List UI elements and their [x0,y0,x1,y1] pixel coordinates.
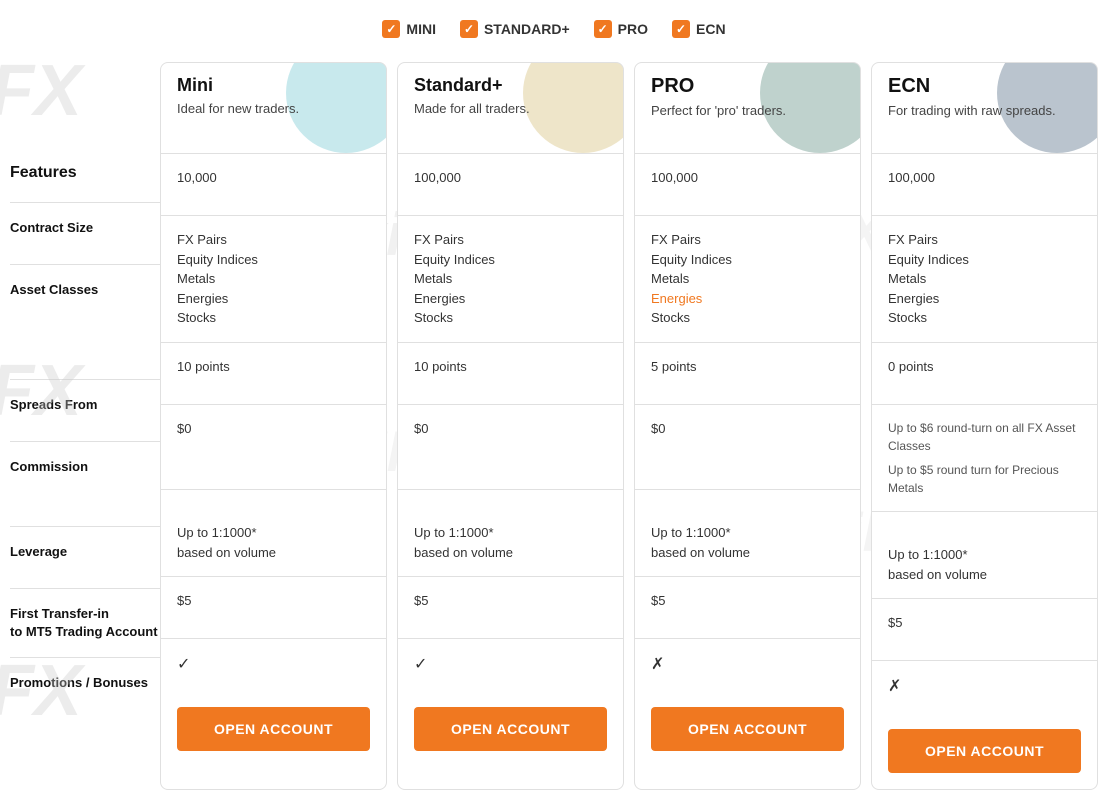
account-mini-spreads: 10 points [161,342,386,404]
open-account-standard-button[interactable]: OPEN ACCOUNT [414,707,607,751]
open-account-pro-button[interactable]: OPEN ACCOUNT [651,707,844,751]
account-standard-name: Standard+ [414,75,607,96]
account-ecn-tagline: For trading with raw spreads. [888,102,1081,120]
account-pro-leverage: Up to 1:1000* based on volume [635,489,860,577]
account-standard-commission: $0 [398,404,623,489]
account-ecn-name: ECN [888,75,1081,98]
account-pro-spreads: 5 points [635,342,860,404]
account-ecn-transfer: $5 [872,598,1097,660]
page-wrapper: FX FX FX WikiFX WikiFX WikiFX WikiFX W ✓… [0,0,1108,810]
account-pro-tagline: Perfect for 'pro' traders. [651,102,844,120]
checkbox-ecn[interactable]: ✓ [672,20,690,38]
account-ecn-assets: FX Pairs Equity Indices Metals Energies … [872,215,1097,342]
account-ecn-promotions: ✗ [872,660,1097,713]
account-standard-transfer: $5 [398,576,623,638]
account-standard-tagline: Made for all traders. [414,100,607,118]
account-pro-commission: $0 [635,404,860,489]
filter-pro[interactable]: ✓ PRO [594,20,648,38]
feature-asset-classes: Asset Classes [10,264,160,379]
account-standard: Standard+ Made for all traders. 100,000 … [397,62,624,790]
account-standard-promotions: ✓ [398,638,623,691]
feature-spreads-label: Spreads From [10,380,97,430]
account-standard-header: Standard+ Made for all traders. [398,63,623,153]
account-ecn-leverage: Up to 1:1000* based on volume [872,511,1097,599]
feature-transfer-label: First Transfer-in to MT5 Trading Account [10,589,158,657]
feature-commission: Commission [10,441,160,526]
feature-contract-size-label: Contract Size [10,203,93,253]
comparison-table: Features Contract Size Asset Classes Spr… [0,62,1108,790]
open-account-mini-button[interactable]: OPEN ACCOUNT [177,707,370,751]
account-mini-leverage: Up to 1:1000* based on volume [161,489,386,577]
account-pro: PRO Perfect for 'pro' traders. 100,000 F… [634,62,861,790]
pro-promotions-x: ✗ [651,656,664,673]
account-pro-assets: FX Pairs Equity Indices Metals Energies … [635,215,860,342]
account-pro-header: PRO Perfect for 'pro' traders. [635,63,860,153]
account-standard-assets: FX Pairs Equity Indices Metals Energies … [398,215,623,342]
account-mini-promotions: ✓ [161,638,386,691]
mini-promotions-check: ✓ [177,656,190,673]
account-standard-contract: 100,000 [398,153,623,215]
checkbox-standard[interactable]: ✓ [460,20,478,38]
filter-ecn-label: ECN [696,21,726,37]
account-mini-commission: $0 [161,404,386,489]
standard-promotions-check: ✓ [414,656,427,673]
feature-asset-classes-label: Asset Classes [10,265,98,315]
feature-promotions: Promotions / Bonuses [10,657,160,709]
filter-pro-label: PRO [618,21,648,37]
account-standard-spreads: 10 points [398,342,623,404]
account-ecn-spreads: 0 points [872,342,1097,404]
feature-contract-size: Contract Size [10,202,160,264]
filter-ecn[interactable]: ✓ ECN [672,20,726,38]
account-ecn: ECN For trading with raw spreads. 100,00… [871,62,1098,790]
account-mini-transfer: $5 [161,576,386,638]
accounts-container: Mini Ideal for new traders. 10,000 FX Pa… [160,62,1098,790]
account-ecn-header: ECN For trading with raw spreads. [872,63,1097,153]
account-pro-promotions: ✗ [635,638,860,691]
filter-mini[interactable]: ✓ MINI [382,20,436,38]
ecn-commission-line2: Up to $5 round turn for Precious Metals [888,461,1081,497]
open-account-ecn-button[interactable]: OPEN ACCOUNT [888,729,1081,773]
ecn-promotions-x: ✗ [888,678,901,695]
checkbox-pro[interactable]: ✓ [594,20,612,38]
account-standard-leverage: Up to 1:1000* based on volume [398,489,623,577]
account-mini: Mini Ideal for new traders. 10,000 FX Pa… [160,62,387,790]
feature-promotions-label: Promotions / Bonuses [10,658,148,708]
account-mini-assets: FX Pairs Equity Indices Metals Energies … [161,215,386,342]
features-header: Features [10,152,160,194]
feature-leverage-label: Leverage [10,527,67,577]
feature-leverage: Leverage [10,526,160,588]
checkbox-mini[interactable]: ✓ [382,20,400,38]
feature-commission-label: Commission [10,442,88,492]
account-pro-name: PRO [651,75,844,98]
filter-mini-label: MINI [406,21,436,37]
filter-standard-label: STANDARD+ [484,21,570,37]
account-pro-transfer: $5 [635,576,860,638]
filter-standard[interactable]: ✓ STANDARD+ [460,20,570,38]
account-mini-name: Mini [177,75,370,96]
account-mini-header: Mini Ideal for new traders. [161,63,386,153]
account-mini-tagline: Ideal for new traders. [177,100,370,118]
feature-spreads-from: Spreads From [10,379,160,441]
account-ecn-contract: 100,000 [872,153,1097,215]
account-ecn-commission: Up to $6 round-turn on all FX Asset Clas… [872,404,1097,511]
feature-transfer: First Transfer-in to MT5 Trading Account [10,588,160,657]
features-column: Features Contract Size Asset Classes Spr… [10,62,160,790]
account-pro-contract: 100,000 [635,153,860,215]
filter-bar: ✓ MINI ✓ STANDARD+ ✓ PRO ✓ ECN [0,20,1108,38]
account-mini-contract: 10,000 [161,153,386,215]
ecn-commission-line1: Up to $6 round-turn on all FX Asset Clas… [888,419,1081,455]
